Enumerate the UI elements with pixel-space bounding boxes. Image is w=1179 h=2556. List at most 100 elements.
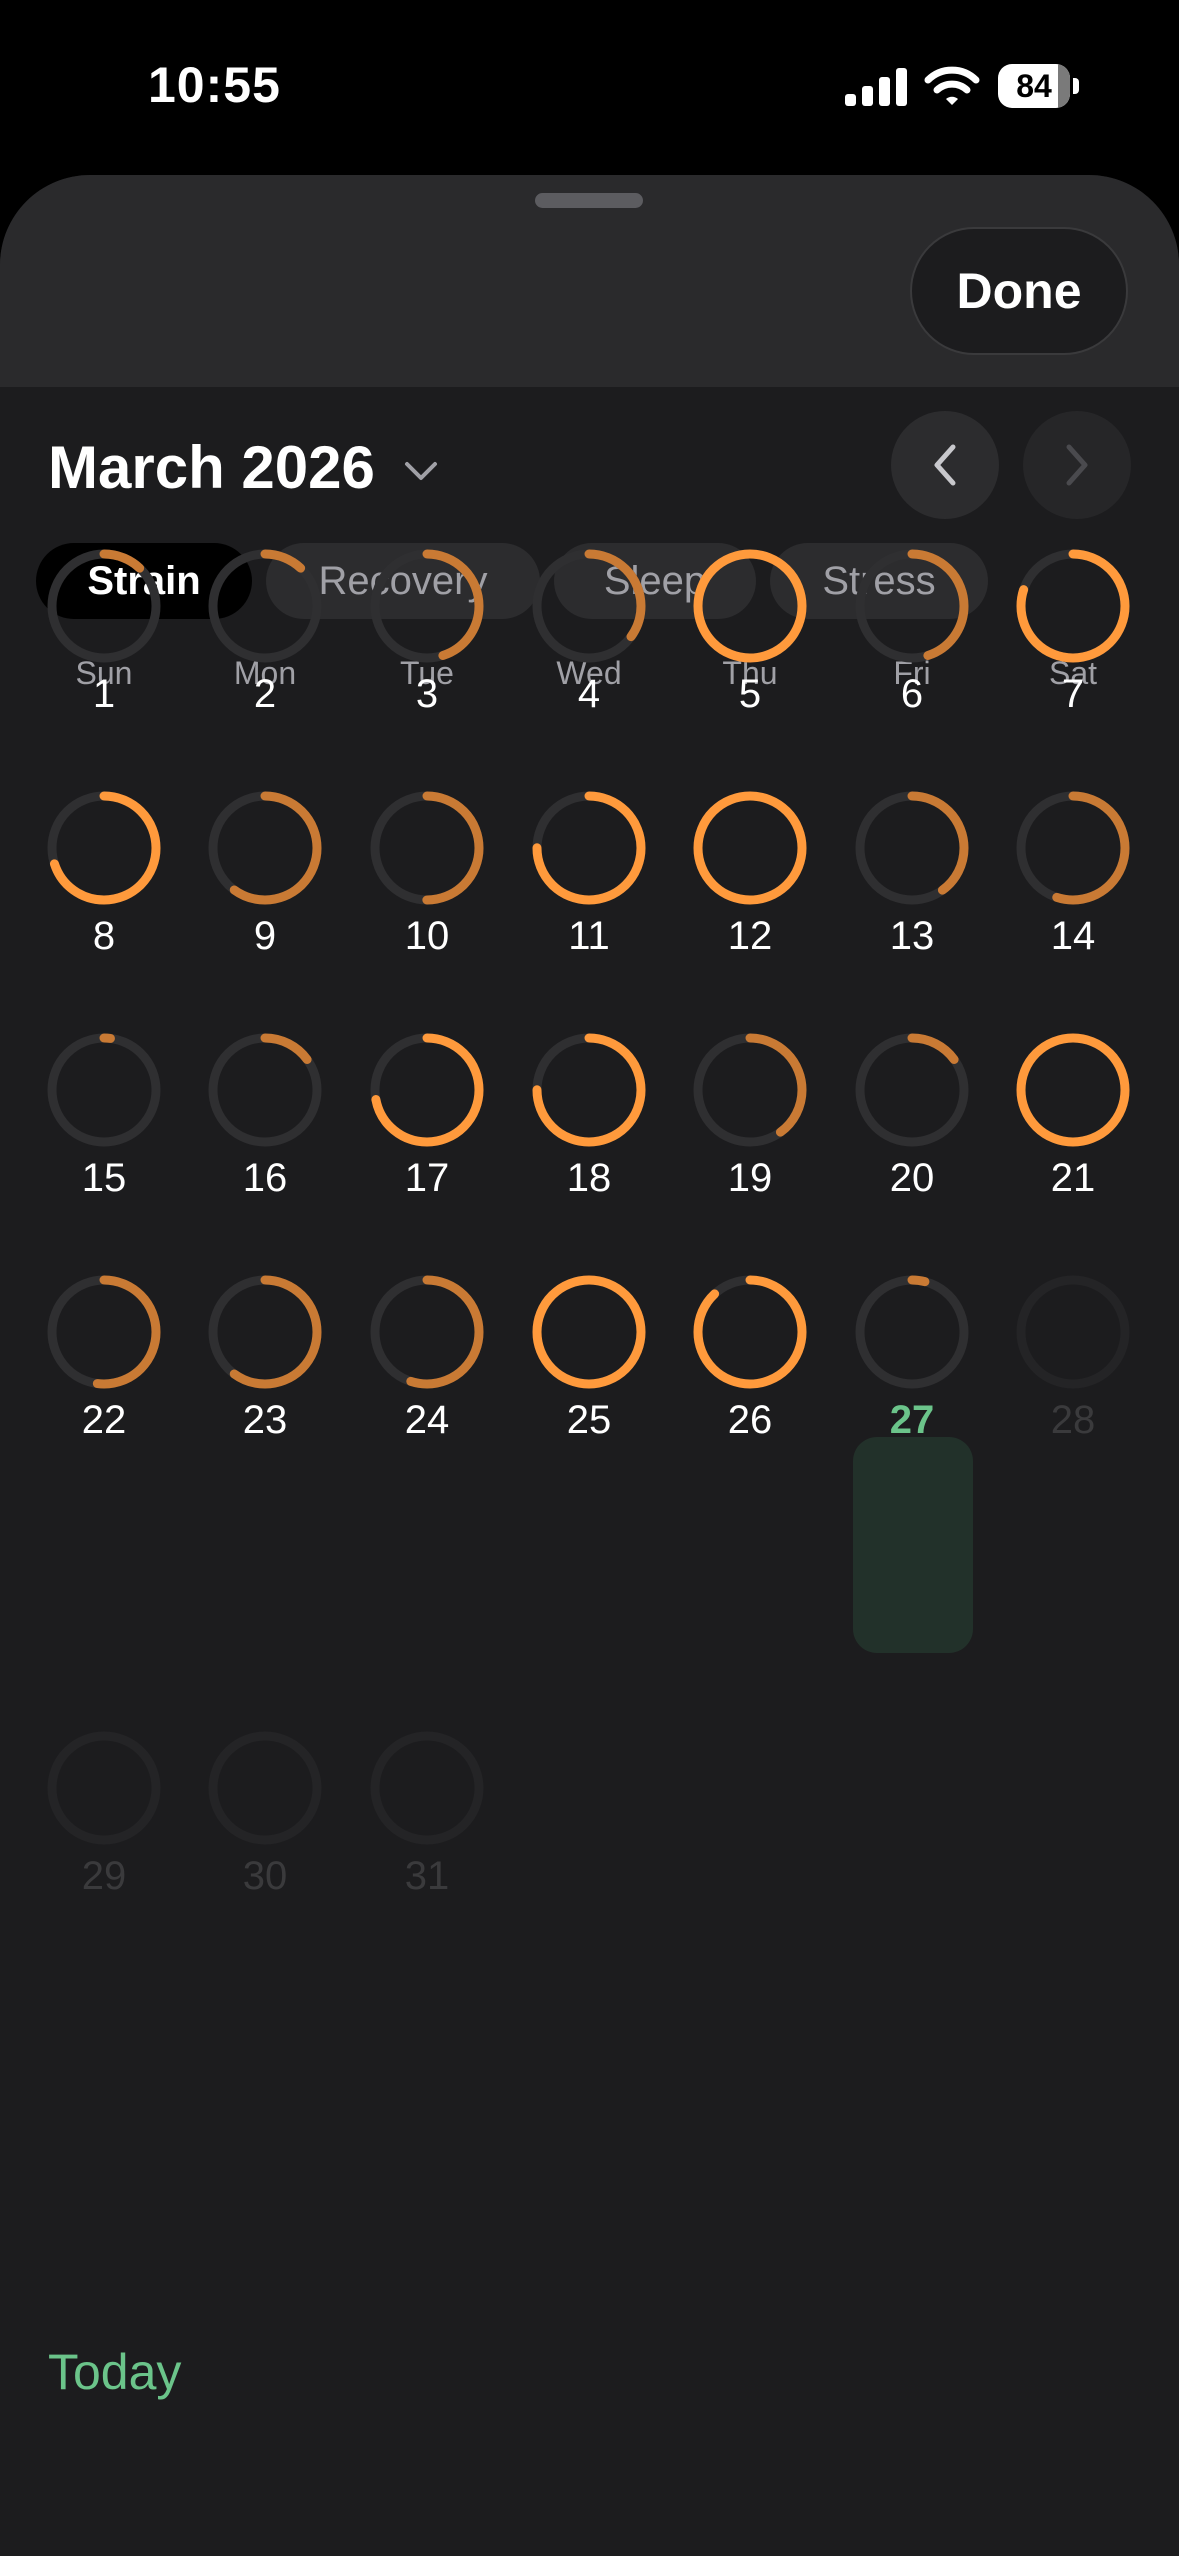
strain-ring bbox=[370, 1731, 484, 1845]
calendar-day[interactable]: 11 bbox=[519, 778, 659, 978]
strain-arc bbox=[693, 549, 807, 663]
day-number: 14 bbox=[1050, 914, 1096, 958]
calendar-day[interactable]: 7 bbox=[1003, 536, 1143, 736]
strain-arc bbox=[1016, 1033, 1130, 1147]
strain-ring bbox=[370, 1033, 484, 1147]
day-number: 2 bbox=[253, 672, 277, 716]
battery-percent: 84 bbox=[1016, 68, 1052, 104]
day-number: 21 bbox=[1050, 1156, 1096, 1200]
month-picker[interactable]: March 2026 bbox=[48, 433, 441, 502]
calendar-day[interactable]: 5 bbox=[680, 536, 820, 736]
calendar-day[interactable]: 14 bbox=[1003, 778, 1143, 978]
calendar-day[interactable]: 21 bbox=[1003, 1020, 1143, 1220]
calendar-day: 29 bbox=[34, 1718, 174, 1918]
strain-ring bbox=[855, 549, 969, 663]
day-number: 5 bbox=[738, 672, 762, 716]
day-number: 7 bbox=[1061, 672, 1085, 716]
strain-ring bbox=[208, 791, 322, 905]
strain-ring bbox=[532, 1275, 646, 1389]
strain-ring bbox=[1016, 791, 1130, 905]
calendar-day[interactable]: 27 bbox=[842, 1262, 982, 1462]
day-number: 18 bbox=[566, 1156, 612, 1200]
strain-arc bbox=[693, 1275, 807, 1389]
day-number: 30 bbox=[242, 1854, 288, 1898]
sheet-header: Done bbox=[0, 175, 1179, 387]
day-number: 28 bbox=[1050, 1398, 1096, 1442]
calendar-day[interactable]: 6 bbox=[842, 536, 982, 736]
chevron-down-icon bbox=[404, 461, 437, 480]
strain-ring bbox=[855, 791, 969, 905]
day-number: 11 bbox=[568, 914, 610, 958]
day-number: 24 bbox=[404, 1398, 450, 1442]
calendar-day[interactable]: 13 bbox=[842, 778, 982, 978]
calendar-day[interactable]: 8 bbox=[34, 778, 174, 978]
day-number: 19 bbox=[727, 1156, 773, 1200]
done-button[interactable]: Done bbox=[910, 227, 1128, 355]
strain-ring bbox=[532, 791, 646, 905]
strain-ring bbox=[370, 549, 484, 663]
calendar-day[interactable]: 10 bbox=[357, 778, 497, 978]
day-number: 17 bbox=[404, 1156, 450, 1200]
day-number: 6 bbox=[900, 672, 924, 716]
day-number: 25 bbox=[566, 1398, 612, 1442]
strain-ring bbox=[208, 1275, 322, 1389]
sheet-grabber[interactable] bbox=[535, 193, 643, 208]
strain-arc bbox=[693, 791, 807, 905]
chevron-left-icon bbox=[934, 444, 956, 486]
strain-ring bbox=[208, 1731, 322, 1845]
strain-ring bbox=[1016, 549, 1130, 663]
strain-ring bbox=[693, 791, 807, 905]
calendar-day[interactable]: 23 bbox=[195, 1262, 335, 1462]
calendar-day: 31 bbox=[357, 1718, 497, 1918]
prev-month-button[interactable] bbox=[891, 411, 999, 519]
day-number: 1 bbox=[92, 672, 116, 716]
calendar-day[interactable]: 20 bbox=[842, 1020, 982, 1220]
calendar-day[interactable]: 1 bbox=[34, 536, 174, 736]
calendar-day[interactable]: 25 bbox=[519, 1262, 659, 1462]
calendar-day[interactable]: 17 bbox=[357, 1020, 497, 1220]
strain-ring bbox=[47, 549, 161, 663]
calendar-day: 30 bbox=[195, 1718, 335, 1918]
day-number: 29 bbox=[81, 1854, 127, 1898]
calendar-day[interactable]: 18 bbox=[519, 1020, 659, 1220]
strain-ring bbox=[1016, 1275, 1130, 1389]
status-bar: 10:55 84 bbox=[0, 0, 1179, 170]
calendar-sheet: Done March 2026 Strain Recovery Sleep St… bbox=[0, 175, 1179, 2556]
calendar-day[interactable]: 3 bbox=[357, 536, 497, 736]
calendar-day[interactable]: 9 bbox=[195, 778, 335, 978]
day-number: 4 bbox=[577, 672, 601, 716]
today-button[interactable]: Today bbox=[48, 2343, 181, 2401]
strain-ring bbox=[855, 1033, 969, 1147]
calendar-day[interactable]: 26 bbox=[680, 1262, 820, 1462]
strain-ring bbox=[208, 1033, 322, 1147]
strain-ring bbox=[47, 1731, 161, 1845]
strain-ring bbox=[208, 549, 322, 663]
strain-ring bbox=[370, 791, 484, 905]
strain-ring bbox=[47, 1275, 161, 1389]
calendar-day[interactable]: 16 bbox=[195, 1020, 335, 1220]
strain-ring bbox=[1016, 1033, 1130, 1147]
strain-ring bbox=[47, 1033, 161, 1147]
day-number: 12 bbox=[727, 914, 773, 958]
calendar-day[interactable]: 22 bbox=[34, 1262, 174, 1462]
strain-arc bbox=[532, 1275, 646, 1389]
day-number: 3 bbox=[415, 672, 439, 716]
day-number: 15 bbox=[81, 1156, 127, 1200]
calendar-day[interactable]: 4 bbox=[519, 536, 659, 736]
day-number: 22 bbox=[81, 1398, 127, 1442]
battery-indicator: 84 bbox=[998, 64, 1079, 110]
calendar-day[interactable]: 15 bbox=[34, 1020, 174, 1220]
calendar-day[interactable]: 2 bbox=[195, 536, 335, 736]
signal-icon bbox=[845, 68, 907, 106]
day-number: 27 bbox=[889, 1398, 935, 1442]
day-number: 23 bbox=[242, 1398, 288, 1442]
strain-ring bbox=[855, 1275, 969, 1389]
calendar-day[interactable]: 24 bbox=[357, 1262, 497, 1462]
calendar-day[interactable]: 12 bbox=[680, 778, 820, 978]
strain-ring bbox=[532, 1033, 646, 1147]
calendar-day[interactable]: 19 bbox=[680, 1020, 820, 1220]
next-month-button[interactable] bbox=[1023, 411, 1131, 519]
strain-ring bbox=[532, 549, 646, 663]
today-highlight bbox=[853, 1437, 973, 1653]
strain-ring bbox=[370, 1275, 484, 1389]
